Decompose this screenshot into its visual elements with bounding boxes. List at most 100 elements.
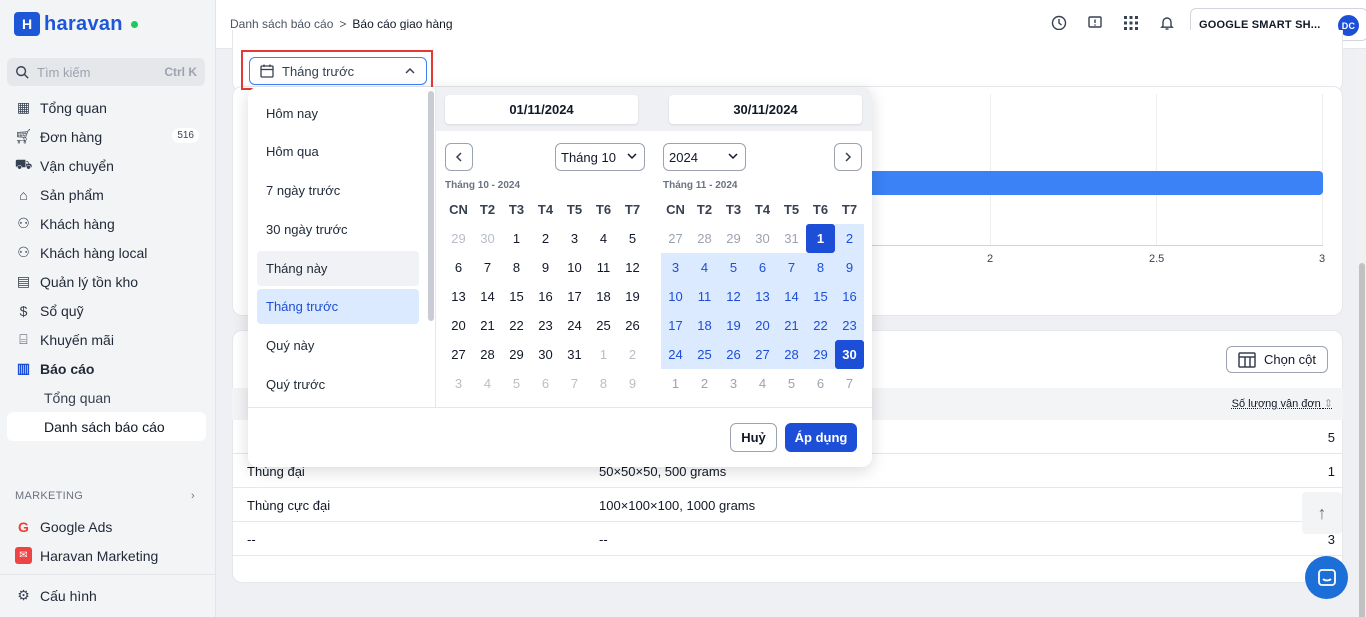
calendar-day[interactable]: 1 — [806, 224, 835, 253]
calendar-day[interactable]: 2 — [835, 224, 864, 253]
calendar-day[interactable]: 5 — [502, 369, 531, 398]
preset-30-days[interactable]: 30 ngày trước — [257, 212, 419, 247]
calendar-day[interactable]: 12 — [618, 253, 647, 282]
preset-this-quarter[interactable]: Quý này — [257, 328, 419, 363]
calendar-day[interactable]: 16 — [835, 282, 864, 311]
preset-7-days[interactable]: 7 ngày trước — [257, 173, 419, 208]
sidebar-item-haravan-marketing[interactable]: ✉ Haravan Marketing — [0, 541, 216, 570]
calendar-day[interactable]: 5 — [618, 224, 647, 253]
calendar-day[interactable]: 29 — [806, 340, 835, 369]
calendar-day[interactable]: 11 — [690, 282, 719, 311]
page-scrollbar[interactable] — [1358, 49, 1366, 617]
calendar-day[interactable]: 23 — [531, 311, 560, 340]
next-month-button[interactable] — [834, 143, 862, 171]
calendar-day[interactable]: 16 — [531, 282, 560, 311]
calendar-day[interactable]: 21 — [473, 311, 502, 340]
calendar-day[interactable]: 19 — [618, 282, 647, 311]
calendar-day[interactable]: 3 — [444, 369, 473, 398]
calendar-day[interactable]: 5 — [777, 369, 806, 398]
month-select[interactable]: Tháng 10 — [555, 143, 645, 171]
calendar-day[interactable]: 28 — [777, 340, 806, 369]
sidebar-item-shipping[interactable]: ⛟ Vận chuyển — [0, 151, 216, 180]
calendar-day[interactable]: 15 — [806, 282, 835, 311]
calendar-day[interactable]: 30 — [531, 340, 560, 369]
calendar-day[interactable]: 26 — [618, 311, 647, 340]
sidebar-item-orders[interactable]: 🛒︎ Đơn hàng 516 — [0, 122, 216, 151]
calendar-day[interactable]: 6 — [806, 369, 835, 398]
calendar-day[interactable]: 1 — [661, 369, 690, 398]
calendar-day[interactable]: 17 — [560, 282, 589, 311]
calendar-day[interactable]: 1 — [502, 224, 531, 253]
calendar-day[interactable]: 7 — [777, 253, 806, 282]
calendar-day[interactable]: 8 — [806, 253, 835, 282]
calendar-day[interactable]: 3 — [719, 369, 748, 398]
calendar-day[interactable]: 22 — [806, 311, 835, 340]
calendar-day[interactable]: 6 — [531, 369, 560, 398]
calendar-day[interactable]: 2 — [690, 369, 719, 398]
cancel-button[interactable]: Huỷ — [730, 423, 777, 452]
calendar-day[interactable]: 3 — [560, 224, 589, 253]
calendar-day[interactable]: 8 — [502, 253, 531, 282]
calendar-day[interactable]: 15 — [502, 282, 531, 311]
calendar-day[interactable]: 22 — [502, 311, 531, 340]
calendar-day[interactable]: 20 — [748, 311, 777, 340]
calendar-day[interactable]: 4 — [589, 224, 618, 253]
calendar-day[interactable]: 18 — [589, 282, 618, 311]
year-select[interactable]: 2024 — [663, 143, 746, 171]
calendar-day[interactable]: 7 — [835, 369, 864, 398]
scrollbar-thumb[interactable] — [1359, 263, 1365, 617]
sidebar-item-reports[interactable]: ▥ Báo cáo — [0, 354, 216, 383]
calendar-day[interactable]: 5 — [719, 253, 748, 282]
calendar-day[interactable]: 6 — [444, 253, 473, 282]
calendar-day[interactable]: 24 — [560, 311, 589, 340]
calendar-day[interactable]: 31 — [777, 224, 806, 253]
apply-button[interactable]: Áp dụng — [785, 423, 857, 452]
sidebar-item-inventory[interactable]: ▤ Quản lý tồn kho — [0, 267, 216, 296]
sidebar-item-products[interactable]: ⌂ Sản phẩm — [0, 180, 216, 209]
brand-logo[interactable]: H haravan — [14, 12, 138, 36]
sidebar-sub-overview[interactable]: Tổng quan — [0, 383, 216, 412]
calendar-day[interactable]: 13 — [444, 282, 473, 311]
chat-button[interactable] — [1305, 556, 1348, 599]
calendar-day[interactable]: 6 — [748, 253, 777, 282]
sidebar-item-google-ads[interactable]: G Google Ads — [0, 512, 216, 541]
calendar-day[interactable]: 8 — [589, 369, 618, 398]
calendar-day[interactable]: 27 — [661, 224, 690, 253]
calendar-day[interactable]: 28 — [690, 224, 719, 253]
sidebar-item-customers-local[interactable]: ⚇ Khách hàng local — [0, 238, 216, 267]
preset-last-quarter[interactable]: Quý trước — [257, 367, 419, 402]
calendar-day[interactable]: 9 — [531, 253, 560, 282]
calendar-day[interactable]: 30 — [748, 224, 777, 253]
calendar-day[interactable]: 4 — [690, 253, 719, 282]
preset-scrollbar[interactable] — [428, 91, 434, 321]
preset-yesterday[interactable]: Hôm qua — [257, 134, 419, 169]
calendar-day[interactable]: 23 — [835, 311, 864, 340]
calendar-day[interactable]: 10 — [560, 253, 589, 282]
sidebar-search[interactable]: Tìm kiếm Ctrl K — [7, 58, 205, 86]
calendar-day[interactable]: 18 — [690, 311, 719, 340]
calendar-day[interactable]: 30 — [473, 224, 502, 253]
calendar-day[interactable]: 20 — [444, 311, 473, 340]
calendar-day[interactable]: 28 — [473, 340, 502, 369]
sidebar-item-settings[interactable]: ⚙ Cấu hình — [0, 581, 216, 610]
calendar-day[interactable]: 14 — [473, 282, 502, 311]
calendar-day[interactable]: 24 — [661, 340, 690, 369]
marketing-section-header[interactable]: MARKETING › — [15, 490, 195, 502]
preset-this-month[interactable]: Tháng này — [257, 251, 419, 286]
calendar-day[interactable]: 13 — [748, 282, 777, 311]
date-from-input[interactable]: 01/11/2024 — [445, 95, 638, 124]
calendar-day[interactable]: 10 — [661, 282, 690, 311]
calendar-day[interactable]: 21 — [777, 311, 806, 340]
calendar-day[interactable]: 27 — [444, 340, 473, 369]
calendar-day[interactable]: 3 — [661, 253, 690, 282]
calendar-day[interactable]: 2 — [531, 224, 560, 253]
calendar-day[interactable]: 17 — [661, 311, 690, 340]
calendar-day[interactable]: 9 — [835, 253, 864, 282]
calendar-day[interactable]: 29 — [502, 340, 531, 369]
calendar-day[interactable]: 4 — [748, 369, 777, 398]
sidebar-sub-report-list[interactable]: Danh sách báo cáo — [7, 412, 206, 441]
date-to-input[interactable]: 30/11/2024 — [669, 95, 862, 124]
preset-today[interactable]: Hôm nay — [257, 96, 419, 131]
calendar-day[interactable]: 1 — [589, 340, 618, 369]
calendar-day[interactable]: 7 — [560, 369, 589, 398]
